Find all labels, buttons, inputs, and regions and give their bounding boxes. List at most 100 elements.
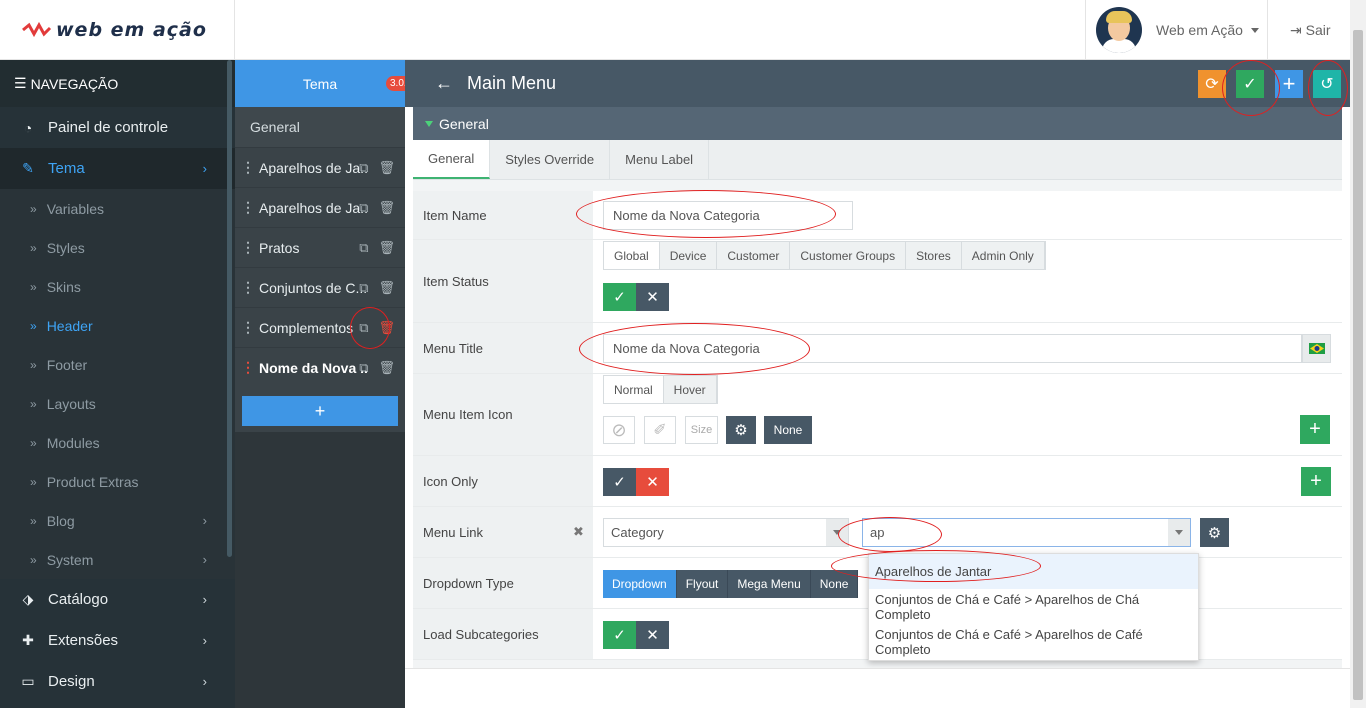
dropdown-type-none[interactable]: None xyxy=(810,570,859,598)
dropdown-type-mega-menu[interactable]: Mega Menu xyxy=(728,570,811,598)
toggle-off-button[interactable]: ✕ xyxy=(636,283,669,311)
user-menu[interactable]: Web em Ação xyxy=(1085,0,1268,60)
copy-icon[interactable]: ⧉ xyxy=(359,200,368,216)
list-item[interactable]: ⋮ Pratos ⧉ 🗑 xyxy=(235,227,405,267)
suggestion-item[interactable]: Conjuntos de Chá e Café > Aparelhos de C… xyxy=(869,589,1198,624)
drag-handle-icon[interactable]: ⋮ xyxy=(241,359,255,376)
sidebar-item-label: Design xyxy=(48,673,95,690)
history-button[interactable]: ↺ xyxy=(1313,70,1341,98)
suggestion-item[interactable]: Conjuntos de Chá e Café > Aparelhos de C… xyxy=(869,624,1198,659)
menu-title-label: Menu Title xyxy=(413,323,593,373)
drag-handle-icon[interactable]: ⋮ xyxy=(241,199,255,216)
sidebar-subitem-layouts[interactable]: » Layouts xyxy=(0,384,235,423)
link-search-input[interactable]: ap xyxy=(862,518,1191,547)
list-item[interactable]: ⋮ Conjuntos de C... ⧉ 🗑 xyxy=(235,267,405,307)
double-chevron-icon: » xyxy=(30,240,37,255)
tab-general[interactable]: General xyxy=(413,140,491,179)
copy-icon[interactable]: ⧉ xyxy=(359,360,368,376)
sidebar-subitem-modules[interactable]: » Modules xyxy=(0,423,235,462)
dropdown-type-dropdown[interactable]: Dropdown xyxy=(603,570,677,598)
sidebar-subitem-system[interactable]: » System › xyxy=(0,540,235,579)
trash-icon[interactable]: 🗑 xyxy=(378,320,395,336)
trash-icon[interactable]: 🗑 xyxy=(378,200,395,216)
section-header[interactable]: General xyxy=(413,107,1342,140)
icon-none-button[interactable]: None xyxy=(764,416,812,444)
icon-size-input[interactable]: Size xyxy=(685,416,718,444)
reset-button[interactable]: ⟳ xyxy=(1198,70,1226,98)
logout-link[interactable]: ⇥ Sair xyxy=(1290,22,1331,39)
dropdown-type-flyout[interactable]: Flyout xyxy=(676,570,729,598)
trash-icon[interactable]: 🗑 xyxy=(378,160,395,176)
toggle-off-button[interactable]: ✕ xyxy=(636,621,669,649)
toggle-on-button[interactable]: ✓ xyxy=(603,468,636,496)
page-scrollbar[interactable] xyxy=(1350,0,1366,708)
sidebar-subitem-blog[interactable]: » Blog › xyxy=(0,501,235,540)
copy-icon[interactable]: ⧉ xyxy=(359,160,368,176)
add-button[interactable]: + xyxy=(1275,70,1303,98)
icon-picker-button[interactable]: ✐ xyxy=(644,416,676,444)
tab-admin-only[interactable]: Admin Only xyxy=(962,242,1045,269)
copy-icon[interactable]: ⧉ xyxy=(359,240,368,256)
sidebar-item-extensoes[interactable]: ✚ Extensões › xyxy=(0,620,235,661)
toggle-off-button[interactable]: ✕ xyxy=(636,468,669,496)
tab-hover[interactable]: Hover xyxy=(664,376,717,403)
menu-title-row: Menu Title Nome da Nova Categoria xyxy=(413,323,1342,374)
sidebar-subitem-styles[interactable]: » Styles xyxy=(0,228,235,267)
sidebar-item-tema[interactable]: ✎ Tema › xyxy=(0,148,235,189)
tab-styles-override[interactable]: Styles Override xyxy=(490,140,611,179)
menu-title-input[interactable]: Nome da Nova Categoria xyxy=(603,334,1302,363)
list-item[interactable]: ⋮ Complementos ⧉ 🗑 xyxy=(235,307,405,347)
sidebar-subitem-skins[interactable]: » Skins xyxy=(0,267,235,306)
logo[interactable]: web em ação xyxy=(0,0,235,60)
sidebar-item-design[interactable]: ▭ Design › xyxy=(0,661,235,702)
tab-global[interactable]: Global xyxy=(604,242,660,269)
drag-handle-icon[interactable]: ⋮ xyxy=(241,159,255,176)
tab-device[interactable]: Device xyxy=(660,242,718,269)
sidebar-item-dashboard[interactable]: ◔ Painel de controle xyxy=(0,107,235,148)
sidebar-subitem-product-extras[interactable]: » Product Extras xyxy=(0,462,235,501)
item-name-input[interactable]: Nome da Nova Categoria xyxy=(603,201,853,230)
toggle-on-button[interactable]: ✓ xyxy=(603,621,636,649)
sidebar-subitem-footer[interactable]: » Footer xyxy=(0,345,235,384)
icon-settings-button[interactable]: ⚙ xyxy=(726,416,756,444)
back-arrow-icon[interactable]: ← xyxy=(435,73,453,94)
puzzle-icon: ✚ xyxy=(22,632,34,648)
no-icon-button[interactable]: ⊘ xyxy=(603,416,635,444)
sidebar-subitem-variables[interactable]: » Variables xyxy=(0,189,235,228)
add-icon-only-button[interactable]: + xyxy=(1301,467,1331,496)
list-item[interactable]: ⋮ Aparelhos de Ja... ⧉ 🗑 xyxy=(235,147,405,187)
add-item-button[interactable]: + xyxy=(242,396,398,426)
tab-customer-groups[interactable]: Customer Groups xyxy=(790,242,907,269)
toggle-on-button[interactable]: ✓ xyxy=(603,283,636,311)
check-icon: ✓ xyxy=(1243,76,1257,93)
drag-handle-icon[interactable]: ⋮ xyxy=(241,239,255,256)
tab-stores[interactable]: Stores xyxy=(906,242,962,269)
drag-handle-icon[interactable]: ⋮ xyxy=(241,319,255,336)
sidebar: ☰ NAVEGAÇÃO ◔ Painel de controle ✎ Tema › » V… xyxy=(0,60,235,708)
trash-icon[interactable]: 🗑 xyxy=(378,280,395,296)
trash-icon[interactable]: 🗑 xyxy=(378,360,395,376)
save-button[interactable]: ✓ xyxy=(1236,70,1264,98)
link-type-select[interactable]: Category xyxy=(603,518,849,547)
tab-normal[interactable]: Normal xyxy=(604,376,664,403)
tab-menu-label[interactable]: Menu Label xyxy=(610,140,710,179)
clear-link-icon[interactable]: ✖ xyxy=(573,524,584,540)
panel-general-item[interactable]: General xyxy=(235,107,405,147)
trash-icon[interactable]: 🗑 xyxy=(378,240,395,256)
sidebar-scrollbar[interactable] xyxy=(227,60,232,557)
copy-icon[interactable]: ⧉ xyxy=(359,320,368,336)
add-icon-button[interactable]: + xyxy=(1300,415,1330,444)
double-chevron-icon: » xyxy=(30,435,37,450)
list-item[interactable]: ⋮ Aparelhos de Ja... ⧉ 🗑 xyxy=(235,187,405,227)
nav-header[interactable]: ☰ NAVEGAÇÃO xyxy=(0,60,235,107)
tab-customer[interactable]: Customer xyxy=(717,242,791,269)
editor-content: General General Styles Override Menu Lab… xyxy=(413,107,1342,708)
list-item-active[interactable]: ⋮ Nome da Nova ... ⧉ 🗑 xyxy=(235,347,405,387)
copy-icon[interactable]: ⧉ xyxy=(359,280,368,296)
sidebar-item-catalogo[interactable]: ⬗ Catálogo › xyxy=(0,579,235,620)
drag-handle-icon[interactable]: ⋮ xyxy=(241,279,255,296)
suggestion-item[interactable]: Aparelhos de Jantar xyxy=(869,554,1198,589)
language-flag-button[interactable] xyxy=(1302,334,1331,363)
link-settings-button[interactable]: ⚙ xyxy=(1200,518,1229,547)
sidebar-subitem-header[interactable]: » Header xyxy=(0,306,235,345)
